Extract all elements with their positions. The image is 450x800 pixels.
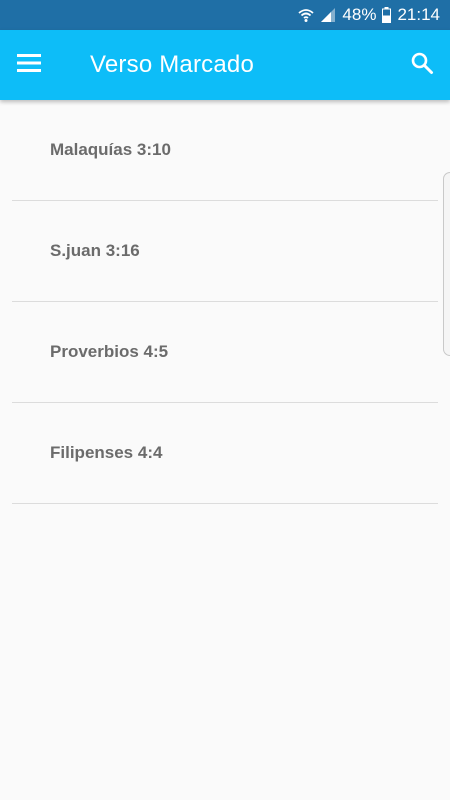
- list-item-label: Proverbios 4:5: [50, 342, 169, 361]
- list-item[interactable]: Filipenses 4:4: [12, 403, 438, 504]
- battery-icon: [382, 7, 392, 23]
- search-icon: [410, 51, 434, 80]
- app-bar: Verso Marcado: [0, 30, 450, 100]
- search-button[interactable]: [402, 45, 442, 85]
- signal-icon: [320, 7, 336, 23]
- battery-percent: 48%: [342, 5, 377, 24]
- status-time: 21:14: [397, 5, 440, 24]
- wifi-icon: [298, 7, 315, 23]
- list-item-label: S.juan 3:16: [50, 241, 140, 260]
- bookmark-list: Malaquías 3:10 S.juan 3:16 Proverbios 4:…: [12, 100, 438, 504]
- list-item-label: Filipenses 4:4: [50, 443, 163, 462]
- list-item-label: Malaquías 3:10: [50, 140, 171, 159]
- page-title: Verso Marcado: [90, 51, 255, 78]
- list-item[interactable]: Proverbios 4:5: [12, 302, 438, 403]
- list-item[interactable]: S.juan 3:16: [12, 201, 438, 302]
- list-item[interactable]: Malaquías 3:10: [12, 100, 438, 201]
- status-bar: 48% 21:14: [0, 0, 450, 30]
- menu-icon: [17, 53, 43, 78]
- menu-button[interactable]: [10, 45, 50, 85]
- status-icons: 48% 21:14: [298, 0, 440, 30]
- edge-panel-handle[interactable]: [443, 172, 450, 356]
